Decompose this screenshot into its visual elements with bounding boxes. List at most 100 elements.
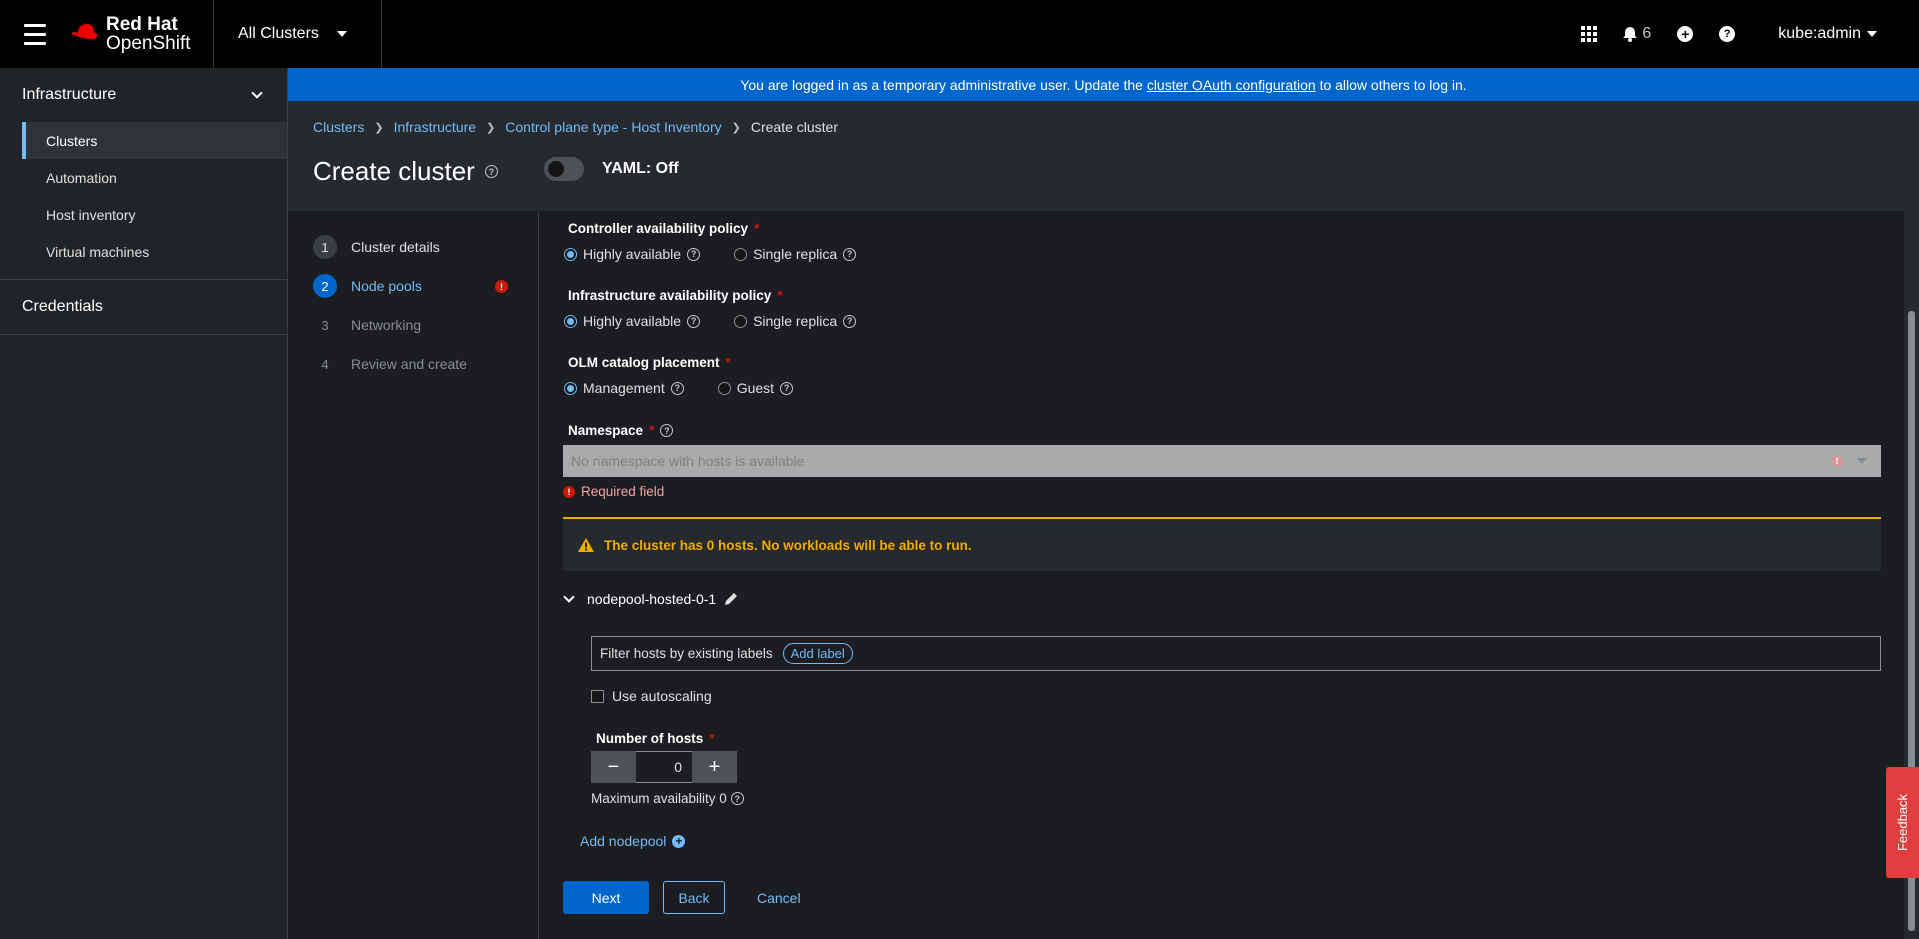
yaml-switch[interactable] xyxy=(544,157,584,181)
wizard-step-cluster-details[interactable]: 1 Cluster details xyxy=(313,235,440,259)
plus-circle-icon: + xyxy=(672,834,686,848)
host-label-filter[interactable]: Filter hosts by existing labels Add labe… xyxy=(591,636,1881,671)
warning-triangle-icon xyxy=(578,538,594,552)
brand-logo[interactable]: Red Hat OpenShift xyxy=(70,0,215,68)
help-button[interactable]: ? xyxy=(1706,0,1748,68)
caret-down-icon xyxy=(1857,458,1867,464)
sidebar-item-automation[interactable]: Automation xyxy=(0,159,287,196)
question-circle-icon: ? xyxy=(1719,26,1736,42)
breadcrumb-control-plane[interactable]: Control plane type - Host Inventory xyxy=(505,119,721,135)
cancel-button[interactable]: Cancel xyxy=(739,890,819,906)
cluster-switcher[interactable]: All Clusters xyxy=(213,0,382,68)
radio-single-replica[interactable] xyxy=(734,314,748,328)
increment-button[interactable]: + xyxy=(692,751,737,783)
step-number: 1 xyxy=(313,235,337,259)
autoscaling-option[interactable]: Use autoscaling xyxy=(591,688,712,704)
add-label-button[interactable]: Add label xyxy=(782,643,853,664)
radio-management[interactable] xyxy=(564,381,577,395)
required-marker: * xyxy=(709,731,715,746)
hamburger-menu-icon[interactable] xyxy=(0,0,70,68)
nodepool-name: nodepool-hosted-0-1 xyxy=(587,591,717,607)
feedback-tab[interactable]: Feedback xyxy=(1886,767,1919,878)
notifications-button[interactable]: 6 xyxy=(1610,0,1664,68)
nav-group-credentials[interactable]: Credentials xyxy=(0,280,287,334)
label-text: Controller availability policy xyxy=(568,221,749,236)
number-of-hosts-label: Number of hosts * xyxy=(596,731,715,746)
question-circle-icon[interactable]: ? xyxy=(660,424,674,437)
radio-highly-available[interactable] xyxy=(564,314,577,328)
namespace-placeholder: No namespace with hosts is available xyxy=(571,453,805,469)
sidebar-item-virtual-machines[interactable]: Virtual machines xyxy=(0,233,287,270)
sidebar: Infrastructure Clusters Automation Host … xyxy=(0,68,288,939)
nodepool-header[interactable]: nodepool-hosted-0-1 xyxy=(563,591,738,607)
pencil-icon[interactable] xyxy=(724,592,738,606)
radio-label: Single replica xyxy=(753,313,838,329)
error-text: Required field xyxy=(581,484,665,499)
label-text: Namespace xyxy=(568,423,644,438)
cluster-switcher-label: All Clusters xyxy=(238,25,319,42)
chevron-right-icon: ❯ xyxy=(486,121,496,134)
sidebar-item-clusters[interactable]: Clusters xyxy=(22,122,287,159)
page-title: Create cluster ? xyxy=(313,156,498,187)
namespace-select[interactable]: No namespace with hosts is available ! xyxy=(563,445,1881,477)
required-marker: * xyxy=(725,355,731,370)
radio-label: Highly available xyxy=(583,313,682,329)
question-circle-icon[interactable]: ? xyxy=(687,247,701,261)
required-marker: * xyxy=(754,221,760,236)
question-circle-icon[interactable]: ? xyxy=(484,165,498,178)
wizard-step-review[interactable]: 4 Review and create xyxy=(313,352,467,376)
question-circle-icon[interactable]: ? xyxy=(780,381,794,395)
sidebar-item-host-inventory[interactable]: Host inventory xyxy=(0,196,287,233)
question-circle-icon[interactable]: ? xyxy=(843,314,857,328)
radio-guest[interactable] xyxy=(717,381,731,395)
plus-circle-icon: + xyxy=(1677,26,1694,42)
sidebar-item-label: Host inventory xyxy=(46,206,136,223)
nav-group-label: Infrastructure xyxy=(22,86,117,103)
infra-policy-label: Infrastructure availability policy * xyxy=(568,288,783,303)
question-circle-icon[interactable]: ? xyxy=(670,381,684,395)
warning-text: The cluster has 0 hosts. No workloads wi… xyxy=(604,537,972,553)
hosts-count-input[interactable]: 0 xyxy=(636,751,692,783)
quick-create-button[interactable]: + xyxy=(1664,0,1706,68)
wizard-step-node-pools[interactable]: 2 Node pools xyxy=(313,274,422,298)
nav-divider xyxy=(0,334,287,335)
controller-policy-label: Controller availability policy * xyxy=(568,221,759,236)
add-nodepool-label: Add nodepool xyxy=(580,833,667,849)
filter-label: Filter hosts by existing labels xyxy=(600,646,773,661)
decrement-button[interactable]: − xyxy=(591,751,636,783)
oauth-config-link[interactable]: cluster OAuth configuration xyxy=(1147,77,1316,93)
next-button[interactable]: Next xyxy=(563,881,649,914)
user-menu[interactable]: kube:admin xyxy=(1748,25,1919,43)
exclamation-circle-icon: ! xyxy=(495,280,508,293)
question-circle-icon[interactable]: ? xyxy=(843,247,857,261)
radio-label: Highly available xyxy=(583,246,682,262)
banner-text-before: You are logged in as a temporary adminis… xyxy=(740,76,1143,93)
wizard-actions: Next Back Cancel xyxy=(563,881,819,914)
nav-group-infrastructure[interactable]: Infrastructure xyxy=(0,68,287,122)
step-label: Networking xyxy=(351,317,422,333)
wizard-step-networking[interactable]: 3 Networking xyxy=(313,313,421,337)
question-circle-icon[interactable]: ? xyxy=(687,314,701,328)
add-nodepool-button[interactable]: Add nodepool + xyxy=(580,833,686,849)
step-label: Review and create xyxy=(351,356,467,372)
step-number: 2 xyxy=(313,274,337,298)
yaml-toggle-label: YAML: Off xyxy=(602,160,679,177)
caret-down-icon xyxy=(1867,31,1877,37)
radio-single-replica[interactable] xyxy=(734,247,748,261)
no-hosts-warning: The cluster has 0 hosts. No workloads wi… xyxy=(563,517,1881,571)
back-button[interactable]: Back xyxy=(663,881,725,914)
radio-highly-available[interactable] xyxy=(564,247,577,261)
step-number: 3 xyxy=(321,317,329,333)
app-launcher-icon[interactable] xyxy=(1568,0,1610,68)
autoscaling-checkbox[interactable] xyxy=(591,689,604,703)
step-label: Cluster details xyxy=(351,239,440,255)
max-availability: Maximum availability 0 ? xyxy=(591,791,744,806)
infra-policy-options: Highly available ? Single replica ? xyxy=(564,313,857,329)
question-circle-icon[interactable]: ? xyxy=(730,792,744,805)
breadcrumb-clusters[interactable]: Clusters xyxy=(313,119,364,135)
breadcrumb-infrastructure[interactable]: Infrastructure xyxy=(394,119,476,135)
notification-count: 6 xyxy=(1642,25,1652,42)
exclamation-circle-icon: ! xyxy=(563,485,575,498)
chevron-down-icon[interactable] xyxy=(563,591,575,603)
yaml-toggle[interactable]: YAML: Off xyxy=(544,157,679,181)
